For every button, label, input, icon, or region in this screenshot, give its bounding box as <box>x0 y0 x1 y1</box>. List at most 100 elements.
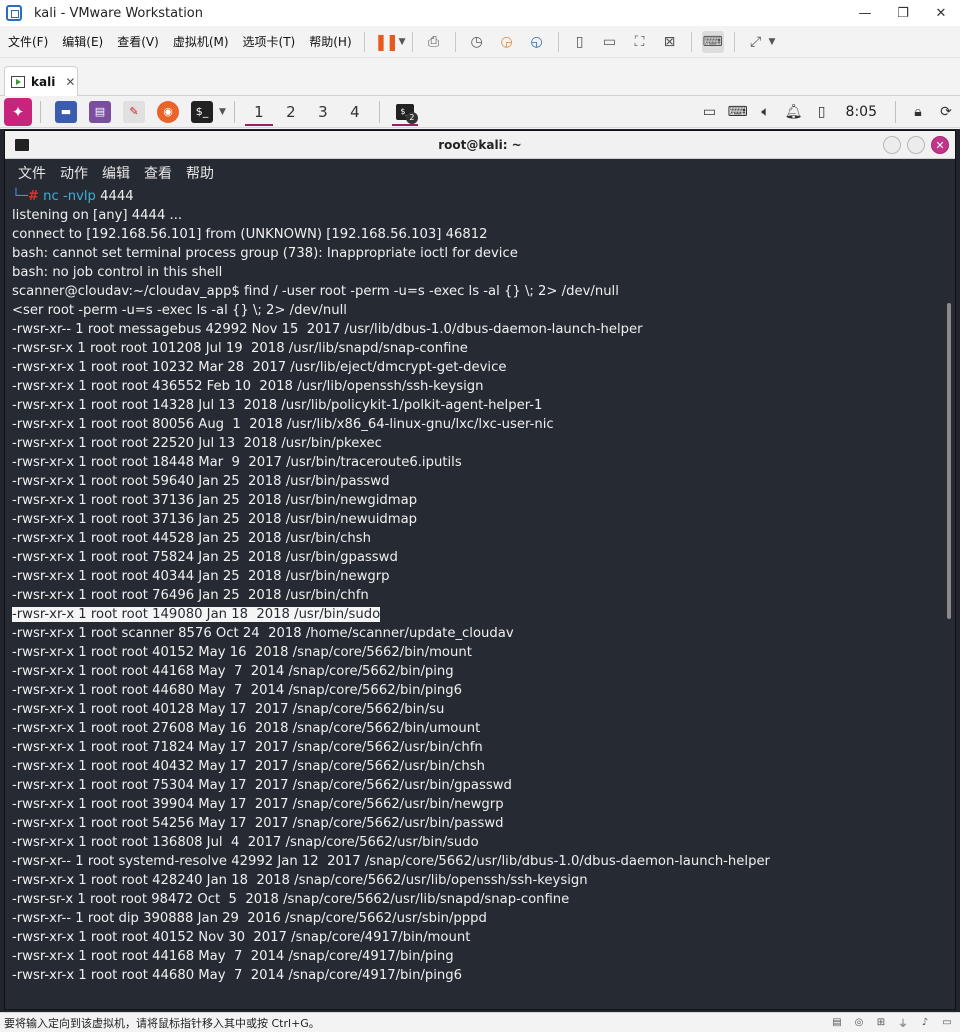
battery-icon[interactable]: ▯ <box>808 96 836 128</box>
terminal-menu-action[interactable]: 动作 <box>60 163 88 183</box>
vm-running-icon <box>11 75 25 88</box>
panel-tray: ▭ ⌨ 🔈︎ 🔔︎ ▯ 8:05 🔒︎ ⟳ <box>696 96 960 128</box>
terminal-titlebar[interactable]: root@kali: ~ ✕ <box>5 131 955 159</box>
output-line: -rwsr-xr-x 1 root root 76496 Jan 25 2018… <box>12 586 941 605</box>
firefox-icon[interactable]: ◉ <box>157 100 179 123</box>
output-line: -rwsr-xr-x 1 root root 44680 May 7 2014 … <box>12 966 941 985</box>
chevron-down-icon[interactable]: ▼ <box>769 37 776 47</box>
workspace-2[interactable]: 2 <box>275 96 307 128</box>
workspace-3[interactable]: 3 <box>307 96 339 128</box>
text-editor-icon[interactable]: ✎ <box>123 100 145 123</box>
output-line-text: -rwsr-xr-- 1 root dip 390888 Jan 29 2016… <box>12 911 487 926</box>
output-line-text: -rwsr-xr-x 1 root root 40152 May 16 2018… <box>12 645 472 660</box>
menu-edit[interactable]: 编辑(E) <box>56 33 109 50</box>
chevron-down-icon[interactable]: ▼ <box>219 107 226 117</box>
kali-top-panel: ✦ ▬ ▤ ✎ ◉ $_ ▼ 1 2 3 4 $_ 2 ▭ ⌨ 🔈︎ 🔔︎ ▯ … <box>0 96 960 128</box>
output-line-text: -rwsr-xr-x 1 root root 37136 Jan 25 2018… <box>12 493 418 508</box>
output-line-text: -rwsr-xr-x 1 root root 39904 May 17 2017… <box>12 797 504 812</box>
terminal-menu-view[interactable]: 查看 <box>144 163 172 183</box>
kali-menu-icon[interactable]: ✦ <box>4 97 32 126</box>
send-keys-icon[interactable]: ⎙ <box>423 31 445 53</box>
output-line: -rwsr-xr-- 1 root messagebus 42992 Nov 1… <box>12 320 941 339</box>
sound-icon[interactable]: ♪ <box>918 1015 932 1029</box>
output-line: -rwsr-xr-x 1 root root 18448 Mar 9 2017 … <box>12 453 941 472</box>
clock[interactable]: 8:05 <box>846 104 877 120</box>
output-line: -rwsr-xr-x 1 root root 39904 May 17 2017… <box>12 795 941 814</box>
network-icon[interactable]: ⊞ <box>874 1015 888 1029</box>
taskbar-terminal-button[interactable]: $_ 2 <box>388 96 422 128</box>
thumbnail-view-icon[interactable]: ▭ <box>599 31 621 53</box>
fullscreen-icon[interactable]: ⛶ <box>629 31 651 53</box>
keyboard-icon[interactable]: ⌨ <box>724 96 752 128</box>
file-manager-icon[interactable]: ▤ <box>89 100 111 123</box>
output-line: -rwsr-xr-x 1 root root 40152 May 16 2018… <box>12 643 941 662</box>
notification-bell-icon[interactable]: 🔔︎ <box>780 96 808 128</box>
volume-icon[interactable]: 🔈︎ <box>752 96 780 128</box>
menu-tabs[interactable]: 选项卡(T) <box>237 33 302 50</box>
output-line: -rwsr-xr-x 1 root root 428240 Jan 18 201… <box>12 871 941 890</box>
lock-icon[interactable]: 🔒︎ <box>904 96 932 128</box>
vm-tab-kali[interactable]: kali ✕ <box>4 66 78 96</box>
menu-file[interactable]: 文件(F) <box>2 33 54 50</box>
output-line: -rwsr-xr-x 1 root root 14328 Jul 13 2018… <box>12 396 941 415</box>
logout-icon[interactable]: ⟳ <box>932 96 960 128</box>
output-line: -rwsr-xr-x 1 root root 44168 May 7 2014 … <box>12 947 941 966</box>
output-line-text: -rwsr-xr-x 1 root root 40152 Nov 30 2017… <box>12 930 471 945</box>
hard-disk-icon[interactable]: ▤ <box>830 1015 844 1029</box>
output-line: -rwsr-xr-x 1 root root 40152 Nov 30 2017… <box>12 928 941 947</box>
toolbar-divider <box>454 31 456 52</box>
output-line: -rwsr-xr-x 1 root root 22520 Jul 13 2018… <box>12 434 941 453</box>
revert-snapshot-icon[interactable]: ◶ <box>496 31 518 53</box>
unity-icon[interactable]: ⊠ <box>659 31 681 53</box>
terminal-scrollbar[interactable] <box>947 303 951 619</box>
menu-help[interactable]: 帮助(H) <box>303 33 357 50</box>
workspace-1[interactable]: 1 <box>243 96 275 128</box>
show-desktop-icon[interactable]: ▬ <box>55 100 77 123</box>
output-line-text: -rwsr-xr-x 1 root root 10232 Mar 28 2017… <box>12 360 507 375</box>
close-tab-icon[interactable]: ✕ <box>65 75 75 89</box>
vmware-statusbar: 要将输入定向到该虚拟机，请将鼠标指针移入其中或按 Ctrl+G。 ▤ ◎ ⊞ ⏚… <box>0 1012 960 1032</box>
toolbar-divider <box>363 31 365 52</box>
terminal-menu-file[interactable]: 文件 <box>18 163 46 183</box>
cd-icon[interactable]: ◎ <box>852 1015 866 1029</box>
display-icon[interactable]: ▭ <box>696 96 724 128</box>
output-line: -rwsr-sr-x 1 root root 101208 Jul 19 201… <box>12 339 941 358</box>
workspace-4[interactable]: 4 <box>339 96 371 128</box>
stretch-icon[interactable]: ⤢ <box>745 31 767 53</box>
chevron-down-icon[interactable]: ▼ <box>399 37 406 47</box>
menu-view[interactable]: 查看(V) <box>111 33 165 50</box>
output-line: -rwsr-xr-x 1 root root 59640 Jan 25 2018… <box>12 472 941 491</box>
output-line-text: -rwsr-xr-x 1 root root 436552 Feb 10 201… <box>12 379 484 394</box>
maximize-button[interactable] <box>907 136 925 154</box>
output-line: connect to [192.168.56.101] from (UNKNOW… <box>12 225 941 244</box>
maximize-button[interactable]: ❐ <box>884 0 922 26</box>
pause-icon[interactable]: ❚❚ <box>374 31 399 53</box>
command-arg: 4444 <box>100 189 134 204</box>
terminal-menu-help[interactable]: 帮助 <box>186 163 214 183</box>
output-line: -rwsr-xr-x 1 root root 75304 May 17 2017… <box>12 776 941 795</box>
output-line: bash: cannot set terminal process group … <box>12 244 941 263</box>
close-icon[interactable]: ✕ <box>931 136 949 154</box>
output-line-text: -rwsr-xr-x 1 root root 75304 May 17 2017… <box>12 778 512 793</box>
terminal-window: root@kali: ~ ✕ 文件 动作 编辑 查看 帮助 └─# nc -nv… <box>4 130 956 1010</box>
close-window-button[interactable]: ✕ <box>922 0 960 26</box>
output-line-text: connect to [192.168.56.101] from (UNKNOW… <box>12 227 488 242</box>
output-line-text: -rwsr-xr-x 1 root scanner 8576 Oct 24 20… <box>12 626 514 641</box>
sidebar-view-icon[interactable]: ▯ <box>569 31 591 53</box>
console-view-icon[interactable]: ⌨ <box>701 30 724 53</box>
output-line-text: -rwsr-sr-x 1 root root 101208 Jul 19 201… <box>12 341 468 356</box>
menu-vm[interactable]: 虚拟机(M) <box>167 33 235 50</box>
vm-tab-strip: kali ✕ <box>0 58 960 96</box>
minimize-button[interactable] <box>883 136 901 154</box>
display-icon[interactable]: ▭ <box>940 1015 954 1029</box>
usb-icon[interactable]: ⏚ <box>896 1015 910 1030</box>
snapshot-manager-icon[interactable]: ◵ <box>526 31 548 53</box>
output-line-text: -rwsr-xr-x 1 root root 149080 Jan 18 201… <box>12 607 381 622</box>
terminal-menu-edit[interactable]: 编辑 <box>102 163 130 183</box>
terminal-launcher-icon[interactable]: $_ <box>191 100 213 123</box>
terminal-output[interactable]: └─# nc -nvlp 4444 listening on [any] 444… <box>5 187 941 1009</box>
output-line: -rwsr-xr-x 1 root root 40344 Jan 25 2018… <box>12 567 941 586</box>
snapshot-icon[interactable]: ◷ <box>466 31 488 53</box>
output-line-text: -rwsr-xr-x 1 root root 54256 May 17 2017… <box>12 816 504 831</box>
minimize-button[interactable]: — <box>846 0 884 26</box>
